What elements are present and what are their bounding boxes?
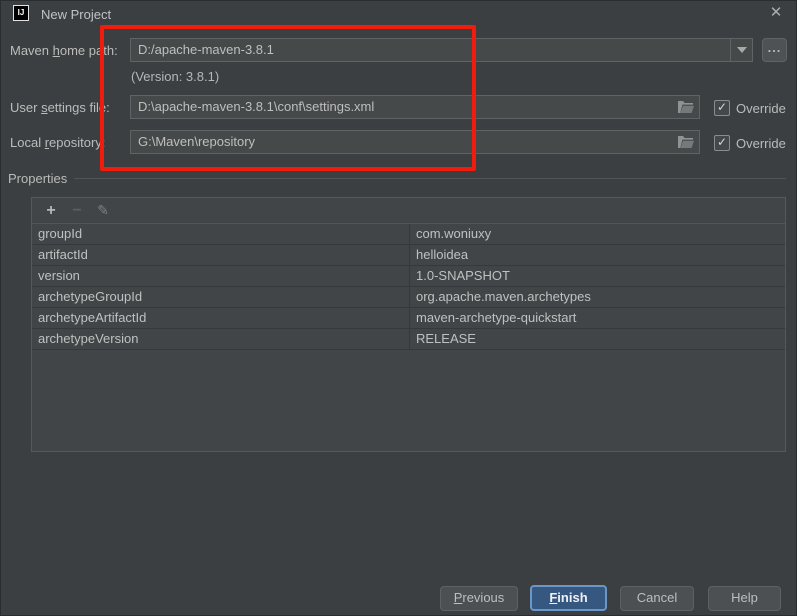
property-value: 1.0-SNAPSHOT bbox=[409, 266, 785, 286]
cancel-button[interactable]: Cancel bbox=[620, 586, 694, 611]
close-icon[interactable]: ✕ bbox=[767, 4, 785, 22]
table-row[interactable]: artifactId helloidea bbox=[32, 245, 785, 266]
property-key: archetypeGroupId bbox=[38, 289, 143, 304]
section-divider bbox=[74, 178, 786, 179]
user-settings-file-label: User settings file: bbox=[10, 100, 110, 115]
maven-version-note: (Version: 3.8.1) bbox=[131, 69, 220, 84]
properties-section-label: Properties bbox=[8, 171, 68, 186]
property-key: groupId bbox=[38, 226, 83, 241]
help-button[interactable]: Help bbox=[708, 586, 781, 611]
label-text: Local bbox=[10, 135, 45, 150]
local-repository-input[interactable]: G:\Maven\repository bbox=[130, 130, 700, 154]
table-row[interactable]: archetypeGroupId org.apache.maven.archet… bbox=[32, 287, 785, 308]
folder-open-icon[interactable] bbox=[677, 100, 694, 114]
properties-table: + − ✎ groupId com.woniuxy artifactId hel… bbox=[31, 197, 786, 452]
property-key: archetypeArtifactId bbox=[38, 310, 147, 325]
remove-property-icon[interactable]: − bbox=[64, 202, 90, 220]
edit-property-icon[interactable]: ✎ bbox=[90, 202, 116, 219]
previous-button[interactable]: Previous bbox=[440, 586, 518, 611]
override-repository-checkbox[interactable]: ✓ bbox=[714, 135, 730, 151]
intellij-app-icon: IJ bbox=[13, 5, 29, 21]
label-text: epository: bbox=[49, 135, 106, 150]
table-row[interactable]: archetypeArtifactId maven-archetype-quic… bbox=[32, 308, 785, 329]
override-settings-label: Override bbox=[736, 101, 786, 116]
user-settings-file-input[interactable]: D:\apache-maven-3.8.1\conf\settings.xml bbox=[130, 95, 700, 119]
local-repository-label: Local repository: bbox=[10, 135, 105, 150]
maven-home-path-value: D:/apache-maven-3.8.1 bbox=[138, 42, 274, 57]
property-value: RELEASE bbox=[409, 329, 785, 349]
maven-home-path-label: Maven home path: bbox=[10, 43, 118, 58]
combo-dropdown-button[interactable] bbox=[730, 39, 752, 61]
button-text: inish bbox=[557, 590, 588, 605]
label-text: Maven bbox=[10, 43, 53, 58]
property-value: helloidea bbox=[409, 245, 785, 265]
local-repository-value: G:\Maven\repository bbox=[138, 134, 256, 149]
table-row[interactable]: archetypeVersion RELEASE bbox=[32, 329, 785, 350]
button-text: revious bbox=[462, 590, 505, 605]
browse-maven-home-button[interactable]: ... bbox=[762, 38, 787, 62]
add-property-icon[interactable]: + bbox=[38, 202, 64, 220]
label-text: ome path: bbox=[59, 43, 118, 58]
table-row[interactable]: groupId com.woniuxy bbox=[32, 224, 785, 245]
property-key: archetypeVersion bbox=[38, 331, 139, 346]
override-settings-checkbox[interactable]: ✓ bbox=[714, 100, 730, 116]
override-repository-label: Override bbox=[736, 136, 786, 151]
property-value: org.apache.maven.archetypes bbox=[409, 287, 785, 307]
folder-open-icon[interactable] bbox=[677, 135, 694, 149]
label-text: ettings file: bbox=[47, 100, 110, 115]
user-settings-file-value: D:\apache-maven-3.8.1\conf\settings.xml bbox=[138, 99, 375, 114]
new-project-dialog: IJ New Project ✕ Maven home path: D:/apa… bbox=[0, 0, 797, 616]
finish-button[interactable]: Finish bbox=[530, 585, 607, 611]
property-key: artifactId bbox=[38, 247, 88, 262]
chevron-down-icon bbox=[736, 47, 747, 53]
property-value: maven-archetype-quickstart bbox=[409, 308, 785, 328]
maven-home-path-combobox[interactable]: D:/apache-maven-3.8.1 bbox=[130, 38, 753, 62]
dialog-title: New Project bbox=[41, 7, 112, 22]
label-text: User bbox=[10, 100, 42, 115]
label-mnemonic: h bbox=[52, 43, 60, 58]
properties-toolbar: + − ✎ bbox=[32, 198, 785, 224]
property-key: version bbox=[38, 268, 80, 283]
property-value: com.woniuxy bbox=[409, 224, 785, 244]
table-row[interactable]: version 1.0-SNAPSHOT bbox=[32, 266, 785, 287]
